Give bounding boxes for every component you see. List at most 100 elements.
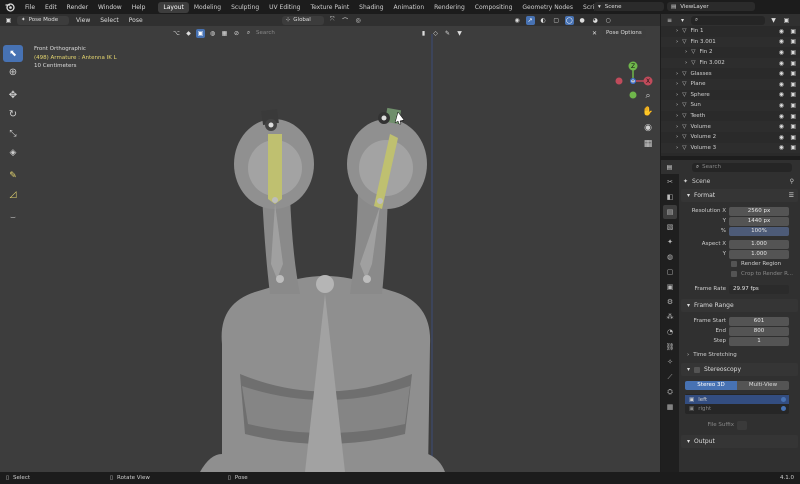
pan-button[interactable]: ✋	[641, 105, 655, 119]
outliner-item[interactable]: › ▽ Fin 3.001 ◉ ▣	[661, 36, 800, 48]
outliner-item[interactable]: › ▽ Volume 3 ◉ ▣	[661, 142, 800, 154]
search-icon[interactable]: ⌕	[244, 29, 253, 38]
frame-start-field[interactable]: 601	[729, 316, 789, 326]
tab-rendering[interactable]: Rendering	[429, 2, 470, 13]
particles-tab[interactable]: ⁂	[663, 310, 677, 324]
eye-icon[interactable]: ◉	[779, 102, 784, 109]
eye-icon[interactable]: ◉	[779, 38, 784, 45]
expand-chevron-icon[interactable]: ›	[676, 92, 678, 98]
outliner-item[interactable]: › ▽ Sphere ◉ ▣	[661, 90, 800, 101]
data-tab[interactable]: ✧	[663, 355, 677, 369]
render-camera-icon[interactable]: ▣	[790, 49, 796, 56]
menu-render[interactable]: Render	[62, 4, 93, 11]
tab-shading[interactable]: Shading	[354, 2, 388, 13]
render-camera-icon[interactable]: ▣	[790, 28, 796, 35]
format-panel-header[interactable]: ▾ Format ☰	[681, 189, 798, 202]
pin-icon[interactable]: ⚲	[790, 178, 794, 185]
outliner-item[interactable]: › ▽ Glasses ◉ ▣	[661, 68, 800, 79]
render-camera-icon[interactable]: ▣	[790, 144, 796, 151]
menu-select[interactable]: Select	[97, 17, 122, 24]
crop-checkbox[interactable]	[731, 271, 737, 277]
tab-geometry-nodes[interactable]: Geometry Nodes	[517, 2, 578, 13]
modifier-tab[interactable]: ⚙	[663, 295, 677, 309]
overlays-icon[interactable]: ◐	[539, 16, 548, 25]
eye-icon[interactable]: ◉	[779, 81, 784, 88]
render-camera-icon[interactable]: ▣	[790, 123, 796, 130]
expand-chevron-icon[interactable]: ›	[685, 49, 687, 55]
view-right-item[interactable]: ▣ right	[685, 404, 789, 413]
bone-constraint-tab[interactable]: ⛭	[663, 385, 677, 399]
tab-texture-paint[interactable]: Texture Paint	[305, 2, 354, 13]
expand-chevron-icon[interactable]: ›	[676, 124, 678, 130]
menu-view[interactable]: View	[73, 17, 93, 24]
funnel-icon[interactable]: ▼	[455, 29, 464, 38]
eye-icon[interactable]: ◉	[779, 144, 784, 151]
outliner-item[interactable]: › ▽ Fin 2 ◉ ▣	[661, 47, 800, 58]
viewport-search-input[interactable]: Search	[256, 30, 416, 36]
physics-tab[interactable]: ◔	[663, 325, 677, 339]
expand-chevron-icon[interactable]: ›	[676, 71, 678, 77]
bone-roll-tool[interactable]: ⌣	[3, 209, 23, 226]
tool-tab[interactable]: ✂	[663, 175, 677, 189]
close-icon[interactable]: ✕	[590, 29, 599, 38]
properties-search-input[interactable]: ⌕ Search	[692, 162, 792, 172]
multi-view-tab[interactable]: Multi-View	[737, 380, 789, 390]
frame-rate-dropdown[interactable]: 29.97 fps	[729, 284, 789, 294]
menu-file[interactable]: File	[20, 4, 40, 11]
enabled-dot-icon[interactable]	[781, 406, 786, 411]
outliner-item[interactable]: › ▽ Volume ◉ ▣	[661, 121, 800, 132]
expand-chevron-icon[interactable]: ›	[676, 102, 678, 108]
texture-icon[interactable]: ▦	[220, 29, 229, 38]
measure-tool[interactable]: ◿	[3, 186, 23, 203]
annotate-tool[interactable]: ✎	[3, 167, 23, 184]
transform-tool[interactable]: ◈	[3, 144, 23, 161]
eye-icon[interactable]: ◉	[779, 60, 784, 67]
render-camera-icon[interactable]: ▣	[790, 38, 796, 45]
solid-shading-icon[interactable]: ●	[578, 16, 587, 25]
aspect-x-field[interactable]: 1.000	[729, 239, 789, 249]
expand-chevron-icon[interactable]: ›	[676, 145, 678, 151]
world-tab[interactable]: ◍	[663, 250, 677, 264]
eye-icon[interactable]: ◉	[779, 28, 784, 35]
scene-selector[interactable]: ▾ Scene	[594, 2, 664, 11]
outliner-item[interactable]: › ▽ Plane ◉ ▣	[661, 78, 800, 90]
select-box-tool[interactable]: ⬉	[3, 45, 23, 62]
frame-end-field[interactable]: 800	[729, 326, 789, 336]
snap-icon[interactable]: ⌒	[341, 16, 350, 25]
selection-icon[interactable]: ▣	[196, 28, 205, 38]
stereo-3d-tab[interactable]: Stereo 3D	[685, 380, 737, 390]
link-icon[interactable]: ⊘	[232, 29, 241, 38]
stereoscopy-checkbox[interactable]	[694, 366, 701, 373]
menu-window[interactable]: Window	[93, 4, 127, 11]
mode-selector[interactable]: ✦ Pose Mode	[17, 15, 69, 25]
outliner-editor-icon[interactable]: ≡	[665, 16, 674, 25]
editor-type-icon[interactable]: ▣	[4, 16, 13, 25]
eye-icon[interactable]: ◉	[779, 49, 784, 56]
filter-icon[interactable]: ⌥	[172, 29, 181, 38]
wireframe-shading-icon[interactable]: ◯	[564, 15, 574, 25]
render-camera-icon[interactable]: ▣	[790, 91, 796, 98]
eye-icon[interactable]: ◉	[779, 91, 784, 98]
properties-editor-icon[interactable]: ▤	[665, 163, 674, 172]
pose-options-dropdown[interactable]: Pose Options	[602, 28, 646, 38]
menu-help[interactable]: Help	[127, 4, 151, 11]
outliner-filter-icon[interactable]: ▾	[678, 16, 687, 25]
texture-tab[interactable]: ▦	[663, 400, 677, 414]
view-layer-selector[interactable]: ▤ ViewLayer	[667, 2, 755, 11]
render-camera-icon[interactable]: ▣	[790, 70, 796, 77]
tab-animation[interactable]: Animation	[389, 2, 430, 13]
expand-chevron-icon[interactable]: ›	[676, 113, 678, 119]
rendered-shading-icon[interactable]: ○	[604, 16, 613, 25]
enabled-dot-icon[interactable]	[781, 397, 786, 402]
xray-icon[interactable]: ▢	[552, 16, 561, 25]
output-panel-header[interactable]: ▾ Output	[681, 435, 798, 448]
render-camera-icon[interactable]: ▣	[790, 113, 796, 120]
pivot-icon[interactable]: ⤧	[328, 16, 337, 25]
expand-chevron-icon[interactable]: ›	[676, 134, 678, 140]
object-tab[interactable]: ▣	[663, 280, 677, 294]
view-layer-tab[interactable]: ▧	[663, 220, 677, 234]
render-camera-icon[interactable]: ▣	[790, 60, 796, 67]
render-camera-icon[interactable]: ▣	[790, 102, 796, 109]
file-suffix-field[interactable]	[737, 420, 747, 430]
zoom-button[interactable]: ⌕	[641, 89, 655, 103]
